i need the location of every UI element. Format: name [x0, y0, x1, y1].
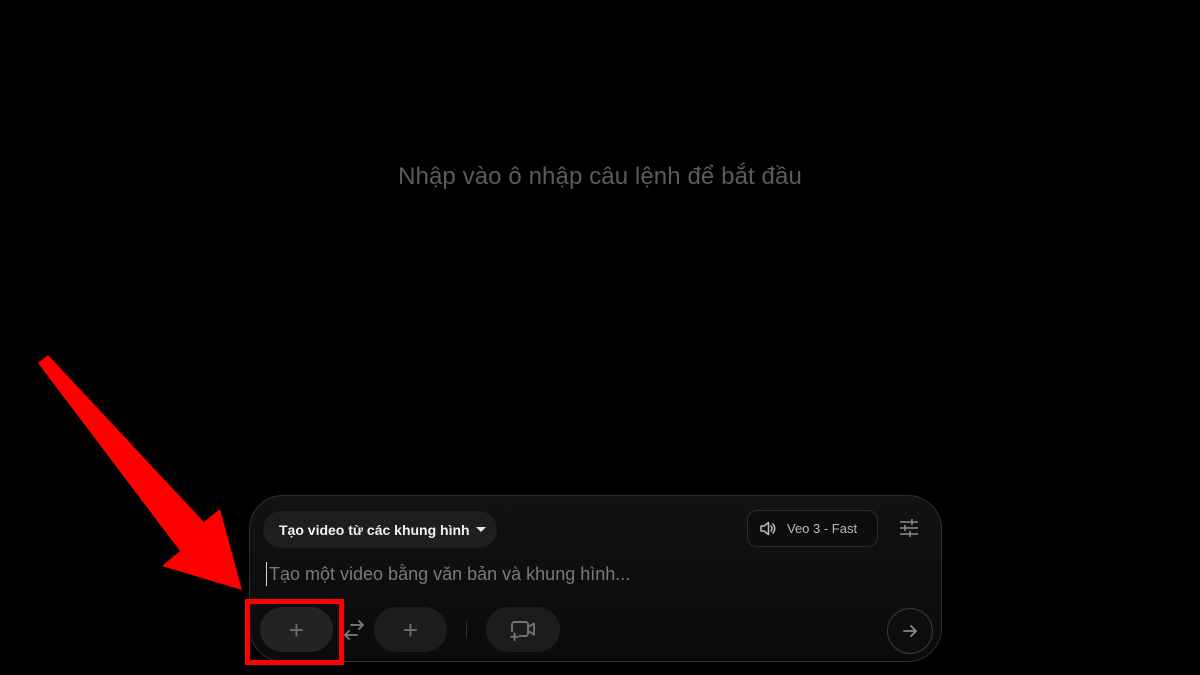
app-stage: Nhập vào ô nhập câu lệnh để bắt đầu Tạo … [0, 0, 1200, 675]
pointer-arrow [38, 355, 242, 590]
